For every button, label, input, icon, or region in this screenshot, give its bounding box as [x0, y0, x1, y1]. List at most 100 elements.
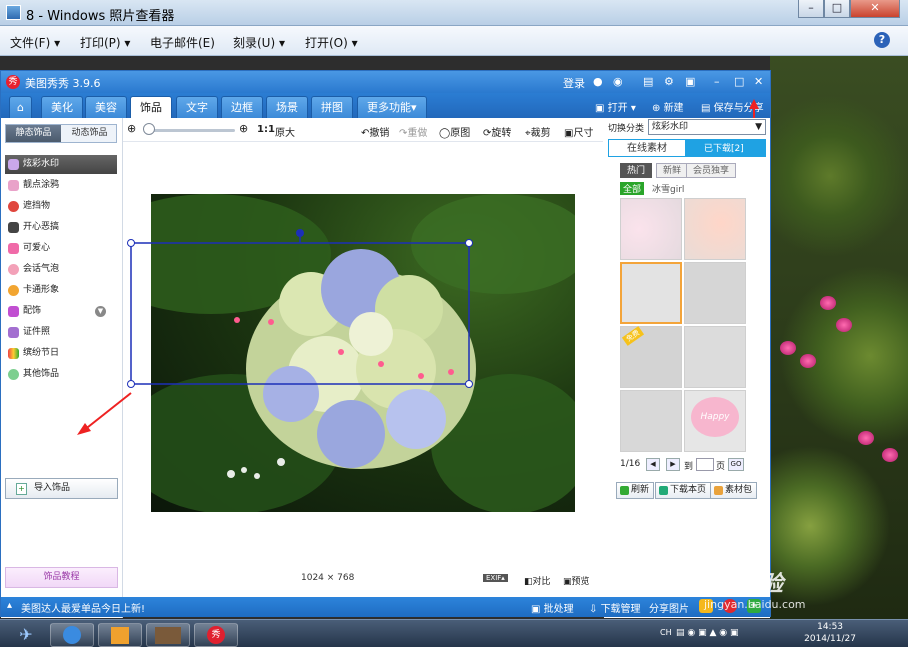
- menu-burn[interactable]: 刻录(U) ▾: [233, 34, 285, 51]
- next-page-icon[interactable]: ▶: [666, 458, 680, 471]
- menu-file[interactable]: 文件(F) ▾: [10, 34, 60, 51]
- category-funny[interactable]: 开心恶搞: [5, 218, 117, 237]
- heart-icon: [8, 243, 19, 254]
- material-thumbnail[interactable]: 免费: [620, 326, 682, 388]
- go-button[interactable]: GO: [728, 458, 744, 471]
- download-manager-button[interactable]: ⇩ 下载管理: [589, 600, 641, 615]
- exif-button[interactable]: EXIF▴: [483, 574, 508, 582]
- start-button-icon[interactable]: ✈: [4, 623, 48, 647]
- new-action[interactable]: ⊕ 新建: [652, 99, 684, 114]
- material-thumbnail[interactable]: [684, 198, 746, 260]
- material-thumbnail[interactable]: [684, 326, 746, 388]
- tab-static-accessories[interactable]: 静态饰品: [6, 125, 61, 142]
- gift-icon: [8, 348, 19, 359]
- undo-button[interactable]: ↶撤销: [361, 124, 389, 139]
- category-cartoon[interactable]: 卡通形象: [5, 281, 117, 300]
- app-minimize-button[interactable]: –: [714, 75, 720, 88]
- expand-chevron-icon[interactable]: ▼: [95, 306, 106, 317]
- zoom-slider[interactable]: [147, 129, 235, 132]
- category-jewelry[interactable]: 配饰 ▼: [5, 302, 117, 321]
- tab-home[interactable]: ⌂: [9, 96, 32, 118]
- resize-button[interactable]: ▣尺寸: [564, 124, 593, 139]
- tab-beautify[interactable]: 美化: [41, 96, 83, 118]
- login-link[interactable]: 登录: [563, 75, 585, 91]
- page-unit: 页: [716, 462, 726, 472]
- taskbar-meitu-icon[interactable]: 秀: [194, 623, 238, 647]
- zoom-slider-handle[interactable]: [143, 123, 155, 135]
- filter-hot[interactable]: 热门: [620, 163, 653, 178]
- tab-downloaded[interactable]: 已下载[2]: [704, 141, 744, 154]
- batch-button[interactable]: ▣ 批处理: [531, 600, 574, 615]
- settings-icon[interactable]: ⚙: [664, 75, 674, 88]
- material-pack-button[interactable]: 素材包: [710, 482, 758, 499]
- tab-animated-accessories[interactable]: 动态饰品: [62, 125, 117, 142]
- taskbar-photo-viewer-icon[interactable]: [146, 623, 190, 647]
- tag-ice-snow-girl[interactable]: 冰雪girl: [652, 182, 684, 195]
- filter-vip[interactable]: 会员独享: [686, 163, 737, 178]
- redo-button[interactable]: ↷重做: [399, 124, 427, 139]
- tray-icons[interactable]: ▤ ◉ ▣ ▲ ◉ ▣: [676, 628, 738, 638]
- tab-beauty[interactable]: 美容: [85, 96, 127, 118]
- maximize-button[interactable]: □: [824, 0, 850, 18]
- input-language[interactable]: CH: [660, 628, 672, 637]
- app-close-button[interactable]: ✕: [754, 75, 763, 88]
- tab-text[interactable]: 文字: [176, 96, 218, 118]
- category-speech-bubble[interactable]: 会话气泡: [5, 260, 117, 279]
- preview-button[interactable]: ▣预览: [563, 574, 590, 587]
- material-thumbnail[interactable]: [620, 262, 682, 324]
- material-thumbnail[interactable]: [684, 262, 746, 324]
- category-doodle[interactable]: 靓点涂鸦: [5, 176, 117, 195]
- skin-icon[interactable]: ▤: [643, 75, 653, 88]
- prev-page-icon[interactable]: ◀: [646, 458, 660, 471]
- material-thumbnail[interactable]: [620, 390, 682, 452]
- viewer-title: 8 - Windows 照片查看器: [26, 9, 175, 24]
- tab-more[interactable]: 更多功能▾: [357, 96, 427, 118]
- material-thumbnail[interactable]: [620, 198, 682, 260]
- download-page-button[interactable]: 下载本页: [655, 482, 712, 499]
- tab-scene[interactable]: 场景: [266, 96, 308, 118]
- category-mask[interactable]: 遮挡物: [5, 197, 117, 216]
- rotate-button[interactable]: ⟳旋转: [483, 124, 511, 139]
- tab-frame[interactable]: 边框: [221, 96, 263, 118]
- zoom-in-icon[interactable]: ⊕: [239, 122, 248, 135]
- open-action[interactable]: ▣ 打开 ▾: [595, 99, 636, 114]
- ratio-label[interactable]: 1:1: [257, 124, 275, 135]
- help-icon[interactable]: ?: [874, 32, 890, 48]
- qq-icon[interactable]: ●: [593, 75, 603, 88]
- close-button[interactable]: ✕: [850, 0, 900, 18]
- import-accessory-button[interactable]: + 导入饰品: [5, 478, 118, 499]
- app-maximize-button[interactable]: □: [734, 75, 744, 88]
- category-select[interactable]: 炫彩水印 ▼: [648, 119, 766, 135]
- category-cute-heart[interactable]: 可爱心: [5, 239, 117, 258]
- original-image-button[interactable]: ◯原图: [439, 124, 470, 139]
- tab-online-material[interactable]: 在线素材: [608, 139, 686, 157]
- material-thumbnail[interactable]: Happy: [684, 390, 746, 452]
- tab-collage[interactable]: 拼图: [311, 96, 353, 118]
- tag-all[interactable]: 全部: [620, 182, 645, 195]
- filter-new[interactable]: 新鲜: [656, 163, 689, 178]
- menu-open[interactable]: 打开(O) ▾: [305, 34, 358, 51]
- refresh-button[interactable]: 刷新: [616, 482, 655, 499]
- status-message[interactable]: 美图达人最爱单品今日上新!: [21, 600, 145, 615]
- menu-email[interactable]: 电子邮件(E): [150, 34, 215, 51]
- feedback-icon[interactable]: ▣: [685, 75, 695, 88]
- system-clock[interactable]: 14:53 2014/11/27: [804, 621, 856, 645]
- taskbar-browser-icon[interactable]: [50, 623, 94, 647]
- selection-box[interactable]: [123, 142, 603, 578]
- weibo-icon[interactable]: ◉: [613, 75, 623, 88]
- accessory-tutorial-button[interactable]: 饰品教程: [5, 567, 118, 588]
- taskbar-app-icon[interactable]: [98, 623, 142, 647]
- crop-button[interactable]: ⌖裁剪: [525, 124, 551, 139]
- menu-print[interactable]: 打印(P) ▾: [80, 34, 130, 51]
- zoom-out-icon[interactable]: ⊕: [127, 122, 136, 135]
- page-input[interactable]: [696, 458, 714, 471]
- compare-button[interactable]: ◧对比: [524, 574, 551, 587]
- share-image-button[interactable]: 分享图片: [649, 600, 689, 615]
- category-colorful-watermark[interactable]: 炫彩水印: [5, 155, 117, 174]
- background-photo: [770, 56, 908, 619]
- tab-accessories[interactable]: 饰品: [130, 96, 172, 118]
- category-festival[interactable]: 缤纷节日: [5, 344, 117, 363]
- original-size-button[interactable]: 原大: [275, 124, 295, 139]
- minimize-button[interactable]: –: [798, 0, 824, 18]
- category-id-photo[interactable]: 证件照: [5, 323, 117, 342]
